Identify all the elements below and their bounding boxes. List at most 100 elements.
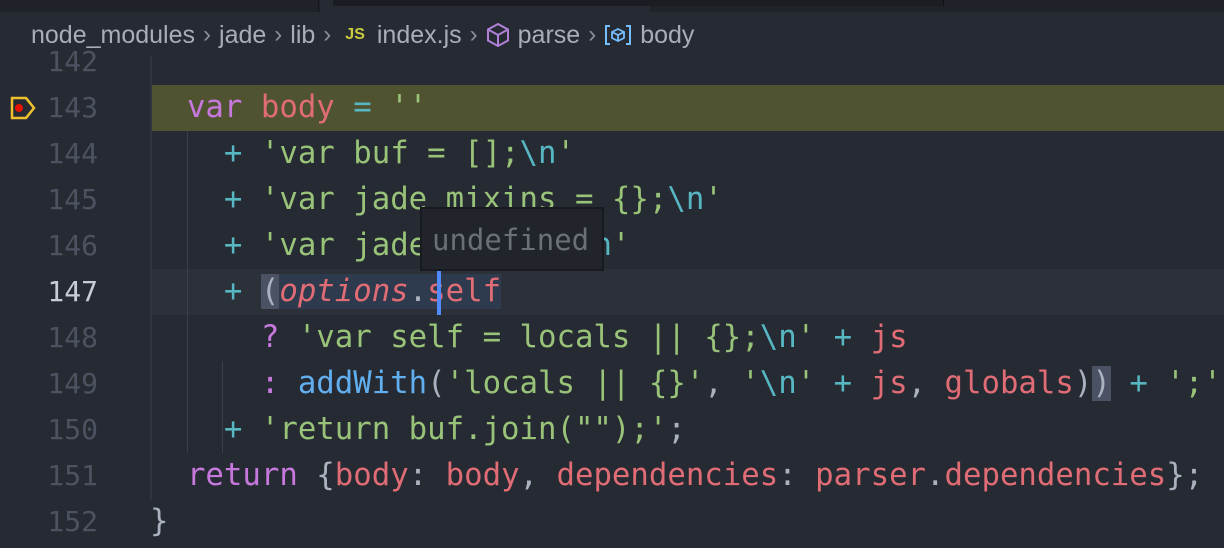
code-text: } — [150, 499, 168, 545]
code-token: ( — [260, 274, 280, 309]
code-token: ( — [427, 366, 446, 401]
code-line[interactable]: 150 + 'return buf.join("");'; — [0, 407, 1224, 453]
code-token: ' — [704, 182, 723, 217]
code-token: + — [223, 412, 243, 447]
line-number: 143 — [47, 91, 98, 124]
code-token: body — [334, 458, 409, 493]
code-token: dependencies — [556, 458, 779, 493]
code-token: ' — [741, 366, 760, 401]
code-text: return {body: body, dependencies: parser… — [150, 453, 1203, 499]
line-number: 150 — [47, 413, 98, 446]
code-token: dependencies — [944, 458, 1167, 493]
code-token: '' — [390, 90, 428, 125]
editor-tab[interactable] — [163, 0, 319, 12]
debug-hover-tooltip: undefined — [420, 207, 604, 271]
line-number: 151 — [47, 459, 98, 492]
code-line[interactable]: 149 : addWith('locals || {}', '\n' + js,… — [0, 361, 1224, 407]
line-number: 148 — [47, 321, 98, 354]
code-token: body — [260, 90, 335, 125]
code-token: ' — [611, 228, 631, 263]
code-token: + — [833, 366, 853, 401]
code-token: + — [833, 320, 853, 355]
code-line[interactable]: 143 var body = '' — [0, 85, 1224, 131]
code-token: return — [186, 458, 298, 493]
code-token: \n — [519, 136, 557, 171]
code-token: + — [223, 136, 243, 171]
indent-guide — [222, 361, 223, 453]
code-token: ? — [260, 320, 280, 355]
code-line[interactable]: 142 — [0, 39, 1224, 85]
code-token: , — [907, 366, 945, 401]
code-token: \n — [759, 320, 797, 355]
code-line[interactable]: 151 return {body: body, dependencies: pa… — [0, 453, 1224, 499]
code-token: 'var self = locals || {}; — [297, 320, 760, 355]
text-cursor — [437, 269, 441, 315]
debug-toolbar[interactable] — [333, 0, 944, 6]
line-number: 145 — [47, 183, 98, 216]
code-token: + — [1129, 366, 1148, 401]
code-token: globals — [944, 366, 1074, 401]
code-token: { — [316, 458, 335, 493]
code-token: + — [223, 274, 243, 309]
code-token: var — [186, 90, 243, 125]
code-token: . — [408, 274, 428, 309]
code-text: + (options.self — [150, 269, 502, 315]
code-token: }; — [1166, 458, 1204, 493]
code-token: ; — [667, 412, 686, 447]
code-token: js — [870, 320, 908, 355]
code-token: , — [704, 366, 742, 401]
line-number: 152 — [47, 505, 98, 538]
code-text: + 'return buf.join("");'; — [150, 407, 686, 453]
code-token: . — [926, 458, 945, 493]
tab-bar — [0, 0, 1224, 12]
line-number: 146 — [47, 229, 98, 262]
line-number: 144 — [47, 137, 98, 170]
code-text: ? 'var self = locals || {};\n' + js — [150, 315, 908, 361]
code-token: : — [778, 458, 816, 493]
code-line[interactable]: 148 ? 'var self = locals || {};\n' + js — [0, 315, 1224, 361]
line-number: 142 — [47, 45, 98, 78]
code-line[interactable]: 146 + 'var jade_interp;\n' — [0, 223, 1224, 269]
code-line[interactable]: 147 + (options.self — [0, 269, 1224, 315]
code-text: : addWith('locals || {}', '\n' + js, glo… — [150, 361, 1222, 407]
code-token: 'return buf.join("");' — [260, 412, 668, 447]
indent-guide — [187, 131, 188, 453]
indent-guide — [150, 56, 152, 500]
code-token: : — [260, 366, 280, 401]
code-token: : — [408, 458, 446, 493]
code-token: js — [870, 366, 908, 401]
code-line[interactable]: 144 + 'var buf = [];\n' — [0, 131, 1224, 177]
code-token: 'var buf = []; — [260, 136, 520, 171]
code-token: = — [353, 90, 372, 125]
code-token: \n — [759, 366, 797, 401]
line-number: 149 — [47, 367, 98, 400]
code-token: ' — [796, 320, 816, 355]
code-token: addWith — [297, 366, 428, 401]
code-line[interactable]: 145 + 'var jade_mixins = {};\n' — [0, 177, 1224, 223]
code-token: \n — [667, 182, 705, 217]
code-token: body — [445, 458, 520, 493]
code-token: ) — [1092, 366, 1111, 401]
code-token: ) — [1073, 366, 1093, 401]
code-token: options — [279, 274, 409, 309]
code-token: ' — [556, 136, 575, 171]
code-line[interactable]: 152} — [0, 499, 1224, 545]
